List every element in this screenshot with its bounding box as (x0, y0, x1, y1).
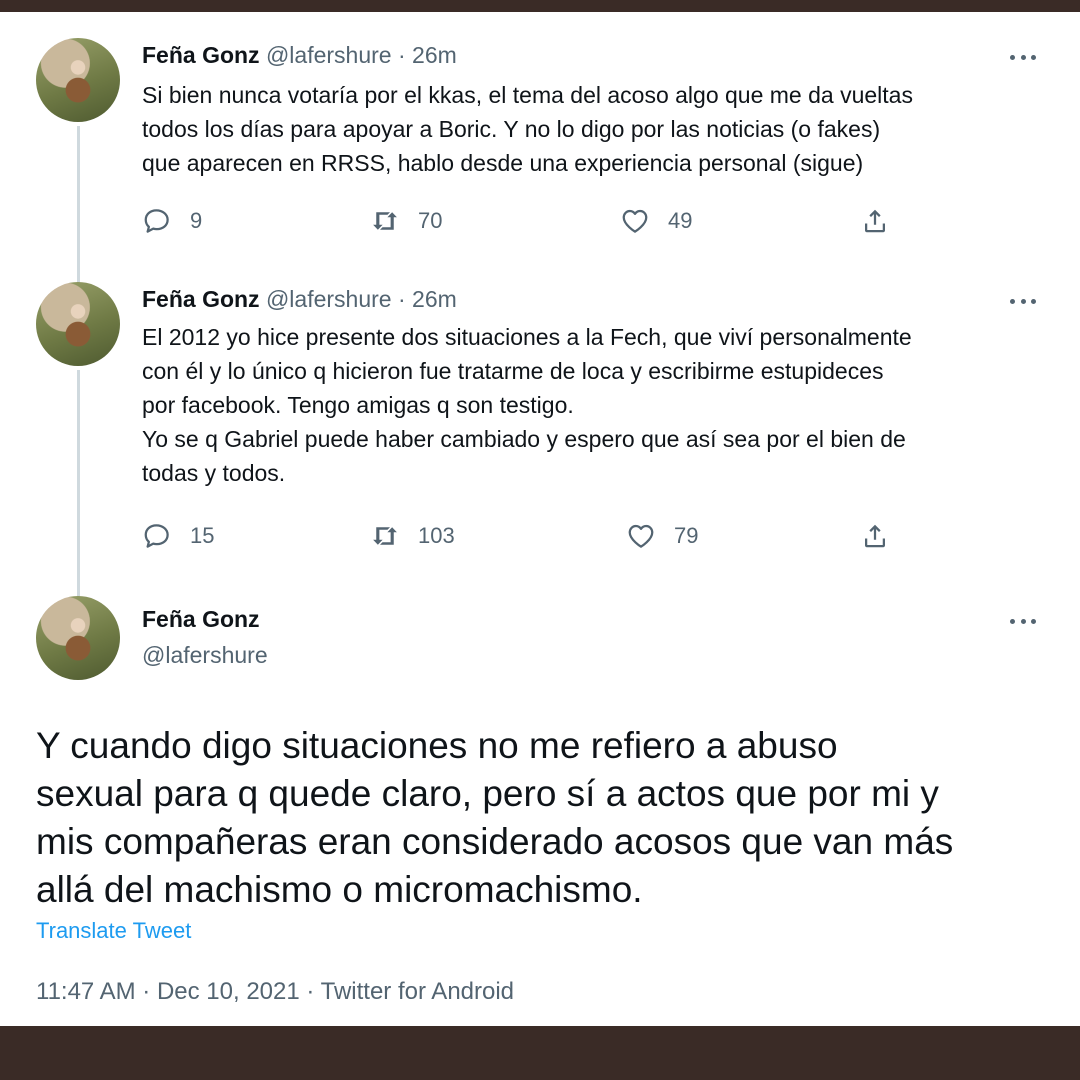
share-icon (865, 209, 885, 233)
display-name[interactable]: Feña Gonz (142, 604, 260, 634)
avatar[interactable] (36, 596, 120, 680)
reply-button[interactable]: 15 (142, 521, 214, 551)
tweet-timestamp[interactable]: 11:47 AM · Dec 10, 2021 · Twitter for An… (36, 978, 514, 1006)
tweet-thread-card: Feña Gonz @lafershure · 26m Si bien nunc… (0, 12, 1080, 1026)
display-name[interactable]: Feña Gonz (142, 286, 260, 312)
user-handle[interactable]: @lafershure (266, 286, 392, 312)
retweet-button[interactable]: 70 (370, 206, 442, 236)
display-name[interactable]: Feña Gonz (142, 42, 260, 68)
like-button[interactable]: 79 (626, 521, 698, 551)
user-handle[interactable]: @lafershure (142, 640, 268, 670)
main-tweet-text: Y cuando digo situaciones no me refiero … (36, 725, 954, 910)
reply-count: 9 (190, 208, 203, 233)
tweet-actions: 15 103 79 (142, 521, 902, 555)
reply-button[interactable]: 9 (142, 206, 202, 236)
share-icon (865, 524, 885, 548)
tweet-text: Si bien nunca votaría por el kkas, el te… (142, 82, 913, 176)
translate-tweet-link[interactable]: Translate Tweet (36, 918, 191, 944)
avatar[interactable] (36, 282, 120, 366)
retweet-count: 103 (418, 523, 455, 548)
tweet-time[interactable]: 26m (412, 42, 457, 68)
thread-connector-line (77, 370, 80, 600)
more-icon[interactable] (1010, 296, 1036, 306)
share-button[interactable] (860, 206, 890, 236)
reply-icon (144, 524, 169, 548)
retweet-icon (373, 527, 397, 545)
share-button[interactable] (860, 521, 890, 551)
avatar[interactable] (36, 38, 120, 122)
tweet-header: Feña Gonz @lafershure · 26m (142, 284, 457, 314)
reply-count: 15 (190, 523, 215, 548)
retweet-icon (373, 212, 397, 230)
like-count: 79 (674, 523, 699, 548)
tweet-actions: 9 70 49 (142, 206, 902, 240)
tweet-header: Feña Gonz @lafershure · 26m (142, 40, 457, 70)
separator-dot: · (397, 286, 406, 312)
retweet-count: 70 (418, 208, 443, 233)
retweet-button[interactable]: 103 (370, 521, 455, 551)
like-icon (628, 524, 654, 548)
thread-connector-line (77, 126, 80, 292)
separator-dot: · (397, 42, 406, 68)
more-icon[interactable] (1010, 52, 1036, 62)
tweet-text: El 2012 yo hice presente dos situaciones… (142, 324, 912, 486)
more-icon[interactable] (1010, 616, 1036, 626)
like-button[interactable]: 49 (620, 206, 692, 236)
like-icon (622, 209, 648, 233)
tweet-time[interactable]: 26m (412, 286, 457, 312)
reply-icon (144, 209, 169, 233)
user-handle[interactable]: @lafershure (266, 42, 392, 68)
like-count: 49 (668, 208, 693, 233)
